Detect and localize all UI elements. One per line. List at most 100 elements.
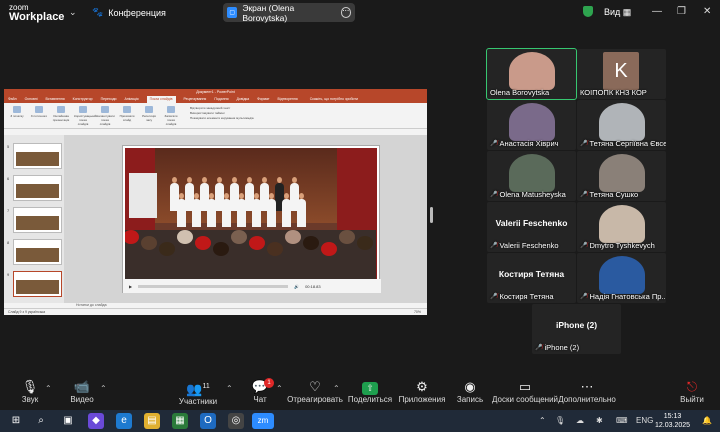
conference-info-button[interactable]: 🐾 Конференция xyxy=(92,7,166,18)
ribbon-button[interactable]: Налаштувати показ слайдів xyxy=(96,106,115,126)
participant-name-label: 🎤̸ Анастасія Хіврич xyxy=(490,139,559,148)
video-controls[interactable]: ▶ 🔊 00:18.83 xyxy=(123,279,381,293)
ribbon-button[interactable]: Записати показ слайдів xyxy=(162,106,180,126)
participants-button[interactable]: 👥11 Участники xyxy=(168,378,228,406)
current-slide: ▶ 🔊 00:18.83 xyxy=(122,145,381,293)
ppt-tab[interactable]: Конструктор xyxy=(73,96,93,103)
minimize-icon[interactable]: — xyxy=(652,6,662,17)
ppt-ribbon: З початку З поточного Онлайнова презентаці… xyxy=(4,103,427,129)
participant-tile[interactable]: Olena Borovytska xyxy=(486,48,577,100)
ppt-tab[interactable]: Подання xyxy=(214,96,228,103)
view-button[interactable]: Вид ▦ xyxy=(604,7,631,18)
notification-icon[interactable]: 🔔 xyxy=(702,416,712,425)
ppt-tab[interactable]: Анімація xyxy=(124,96,138,103)
participant-tile[interactable]: 🎤̸ Тетяна Сушко xyxy=(577,151,666,201)
participant-name: Тетяна Сергіївна Євсеєва xyxy=(589,139,666,148)
participant-tile[interactable]: 🎤̸Тетяна Сергіївна Євсеєва xyxy=(577,100,666,150)
share-button[interactable]: ⇧ Поделиться xyxy=(340,378,400,404)
video-options-chevron-icon[interactable]: ⌃ xyxy=(100,384,107,393)
react-chevron-icon[interactable]: ⌃ xyxy=(333,384,340,393)
ppt-tab[interactable]: Файл xyxy=(8,96,17,103)
camera-app-icon[interactable]: ◎ xyxy=(228,413,244,429)
leave-button[interactable]: ⎋ Выйти xyxy=(668,378,716,404)
participant-tile[interactable]: Костиря Тетяна 🎤̸ Костиря Тетяна xyxy=(487,253,576,303)
ppt-tab[interactable]: Основні xyxy=(25,96,38,103)
participant-video xyxy=(599,205,645,243)
share-label: Поделиться xyxy=(347,395,393,404)
chat-chevron-icon[interactable]: ⌃ xyxy=(276,384,283,393)
copilot-icon[interactable]: ◆ xyxy=(88,413,104,429)
chevron-down-icon[interactable]: ⌄ xyxy=(69,7,77,18)
ribbon-label: Онлайнова презентація xyxy=(52,114,70,122)
ribbon-options: Відтворити закадровий текст Використовува… xyxy=(190,106,254,125)
participant-name-label: 🎤̸ Тетяна Сушко xyxy=(580,190,638,199)
zoom-taskbar-icon[interactable]: zm xyxy=(252,413,274,429)
ribbon-button[interactable]: З поточного xyxy=(30,106,48,123)
ppt-tab[interactable]: Переходи xyxy=(101,96,117,103)
chat-badge: 1 xyxy=(264,378,274,388)
more-button[interactable]: ⋯ Дополнительно xyxy=(554,378,620,404)
keyboard-icon[interactable]: ⌨ xyxy=(616,416,628,425)
ribbon-button[interactable]: З початку xyxy=(8,106,26,123)
slide-thumbnail[interactable]: 6 xyxy=(7,175,62,201)
child-figure xyxy=(252,193,261,227)
slide-thumbnail[interactable]: 8 xyxy=(7,239,62,265)
ribbon-option[interactable]: Показувати елементи керування мультимеді… xyxy=(190,116,254,121)
participant-tile[interactable]: K КОІПОПК КНЗ КОР xyxy=(577,49,666,99)
clock[interactable]: 15:13 12.03.2025 xyxy=(655,412,690,430)
participant-tile[interactable]: 🎤̸ Анастасія Хіврич xyxy=(487,100,576,150)
windows-start-icon[interactable]: ⊞ xyxy=(8,413,24,429)
ppt-tab[interactable]: Показ слайдів xyxy=(146,96,176,103)
security-shield-icon[interactable] xyxy=(583,6,593,17)
participant-tile[interactable]: 🎤̸ Olena Matusheyska xyxy=(487,151,576,201)
ribbon-button[interactable]: Приховати слайд xyxy=(118,106,136,123)
ppt-tab[interactable]: Вставлення xyxy=(46,96,65,103)
audio-options-chevron-icon[interactable]: ⌃ xyxy=(45,384,52,393)
react-label: Отреагировать xyxy=(287,395,343,404)
ppt-tab[interactable]: Формат xyxy=(257,96,269,103)
audience-head xyxy=(267,242,283,256)
slide-thumbnail[interactable]: 9 xyxy=(7,271,62,297)
screen-share-pill[interactable]: ▢ Экран (Olena Borovytska) ⋯ xyxy=(223,3,355,23)
search-icon[interactable]: ⌕ xyxy=(33,413,49,429)
tray-chevron-icon[interactable]: ⌃ xyxy=(539,416,546,425)
participant-tile[interactable]: 🎤̸ Надія Гнатовська Пр... xyxy=(577,253,666,303)
play-icon[interactable]: ▶ xyxy=(129,284,132,289)
participant-tile[interactable]: Valerii Feschenko 🎤̸ Valerii Feschenko xyxy=(487,202,576,252)
edge-icon[interactable]: e xyxy=(116,413,132,429)
volume-icon[interactable]: 🔊 xyxy=(294,284,299,289)
participant-name: Olena Borovytska xyxy=(490,88,550,97)
onedrive-icon[interactable]: ☁ xyxy=(576,416,584,425)
leave-label: Выйти xyxy=(680,395,704,404)
thumbnail-image xyxy=(16,280,59,294)
ppt-tab[interactable]: Відтворення xyxy=(278,96,298,103)
file-explorer-icon[interactable]: ▤ xyxy=(144,413,160,429)
ppt-tab[interactable]: Довідка xyxy=(236,96,249,103)
ppt-tab[interactable]: Рецензування xyxy=(184,96,207,103)
bluetooth-icon[interactable]: ✱ xyxy=(596,416,603,425)
video-progress-bar[interactable] xyxy=(138,284,289,288)
whiteboard-button[interactable]: ▭ Доски сообщений xyxy=(490,378,560,404)
conference-label: Конференция xyxy=(108,7,166,18)
embedded-video[interactable] xyxy=(125,148,377,279)
outlook-icon[interactable]: O xyxy=(200,413,216,429)
ribbon-button[interactable]: Онлайнова презентація xyxy=(52,106,70,123)
task-view-icon[interactable]: ▣ xyxy=(60,413,76,429)
slide-thumbnail[interactable]: 5 xyxy=(7,143,62,169)
more-options-icon[interactable]: ⋯ xyxy=(340,7,351,18)
slide-thumbnail[interactable]: 7 xyxy=(7,207,62,233)
resize-handle[interactable] xyxy=(430,207,433,223)
participant-tile[interactable]: 🎤̸ Dmytro Tyshkevych xyxy=(577,202,666,252)
ppt-tell-me[interactable]: Скажіть, що потрібно зробити xyxy=(310,96,358,103)
store-icon[interactable]: ▦ xyxy=(172,413,188,429)
participant-name-label: 🎤̸ Olena Matusheyska xyxy=(490,190,566,199)
participant-tile[interactable]: iPhone (2) 🎤̸ iPhone (2) xyxy=(532,304,621,354)
whiteboard-label: Доски сообщений xyxy=(491,395,558,404)
slide-number: 5 xyxy=(7,144,10,149)
ribbon-icon xyxy=(57,106,65,113)
ribbon-button[interactable]: Репетиція часу xyxy=(140,106,158,123)
restore-icon[interactable]: ❐ xyxy=(677,6,686,17)
close-icon[interactable]: ✕ xyxy=(703,6,711,17)
language-indicator[interactable]: ENG xyxy=(636,416,653,425)
ribbon-button[interactable]: Користувацький показ слайдів xyxy=(74,106,96,126)
